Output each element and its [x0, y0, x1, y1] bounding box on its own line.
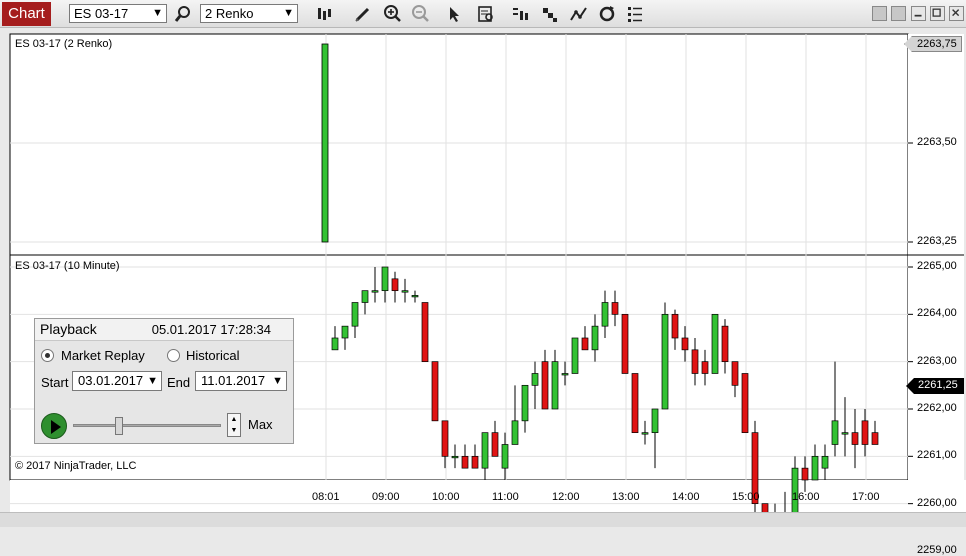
- speed-stepper[interactable]: ▲ ▼: [227, 413, 241, 437]
- candle-body: [811, 455, 819, 481]
- playback-panel: Playback 05.01.2017 17:28:34 Market Repl…: [34, 318, 294, 444]
- copyright-text: © 2017 NinjaTrader, LLC: [15, 460, 137, 472]
- start-date-picker[interactable]: 03.01.2017 ▼: [72, 371, 162, 391]
- candle-body: [511, 420, 519, 445]
- candle-body: [741, 373, 749, 434]
- renko-price-label: 2263,50: [917, 136, 957, 148]
- time-tick-label: 14:00: [672, 491, 700, 503]
- candle-body: [731, 361, 739, 386]
- candle-body: [421, 302, 429, 363]
- candle-body: [711, 313, 719, 374]
- candle-body: [671, 313, 679, 339]
- speed-slider-track[interactable]: [73, 424, 221, 427]
- historical-label: Historical: [186, 348, 240, 363]
- time-tick-label: 13:00: [612, 491, 640, 503]
- candle-body: [451, 455, 459, 459]
- candle-body: [701, 361, 709, 374]
- speed-slider-thumb[interactable]: [115, 417, 123, 435]
- playback-datetime: 05.01.2017 17:28:34: [151, 322, 271, 337]
- start-date-value: 03.01.2017: [78, 373, 144, 388]
- candle-body: [501, 444, 509, 469]
- minute-price-label: 2259,00: [917, 543, 957, 556]
- time-tick-label: 15:00: [732, 491, 760, 503]
- end-label: End: [167, 375, 191, 390]
- time-tick-label: 11:00: [492, 491, 519, 503]
- candle-body: [571, 337, 579, 374]
- end-date-picker[interactable]: 11.01.2017 ▼: [195, 371, 287, 391]
- current-price-tag-minute: 2261,25: [906, 378, 964, 394]
- candle-body: [471, 455, 479, 469]
- minute-price-label: 2260,00: [917, 496, 957, 509]
- candle-body: [351, 302, 359, 327]
- candle-body: [861, 420, 869, 445]
- playback-header: Playback 05.01.2017 17:28:34: [35, 319, 293, 341]
- time-tick-label: 16:00: [792, 491, 820, 503]
- candle-body: [331, 337, 339, 351]
- time-tick-label: 10:00: [432, 491, 460, 503]
- candle-body: [401, 290, 409, 293]
- time-tick-label: 09:00: [372, 491, 400, 503]
- candle-body: [361, 290, 369, 303]
- candle-body: [491, 432, 499, 457]
- renko-price-label: 2263,25: [917, 235, 957, 247]
- renko-brick: [321, 43, 329, 243]
- minute-price-label: 2264,00: [917, 307, 957, 320]
- candle-body: [721, 325, 729, 363]
- minute-price-label: 2262,00: [917, 401, 957, 414]
- current-price-tag-renko: 2263,75: [904, 36, 962, 52]
- candle-body: [841, 432, 849, 435]
- end-date-value: 11.01.2017: [201, 373, 266, 388]
- candle-body: [621, 313, 629, 374]
- chevron-down-icon: ▼: [147, 375, 158, 387]
- time-tick-label: 12:00: [552, 491, 580, 503]
- panel1-title: ES 03-17 (2 Renko): [15, 38, 113, 50]
- candle-body: [391, 278, 399, 292]
- time-tick-label: 08:01: [312, 491, 340, 503]
- playback-title: Playback: [40, 321, 97, 337]
- candle-body: [641, 432, 649, 435]
- candle-body: [681, 337, 689, 351]
- candle-body: [481, 432, 489, 469]
- candle-body: [601, 302, 609, 327]
- candle-body: [371, 290, 379, 293]
- candle-body: [661, 313, 669, 410]
- historical-radio[interactable]: [167, 349, 180, 362]
- candle-body: [541, 361, 549, 410]
- candle-body: [521, 384, 529, 422]
- candle-body: [831, 420, 839, 445]
- candle-body: [581, 337, 589, 351]
- candle-body: [611, 302, 619, 315]
- candle-body: [411, 295, 419, 298]
- candle-body: [591, 325, 599, 351]
- play-button[interactable]: [41, 413, 67, 439]
- candle-body: [651, 408, 659, 434]
- panel2-title: ES 03-17 (10 Minute): [15, 260, 120, 272]
- candle-body: [381, 266, 389, 292]
- candle-body: [561, 373, 569, 376]
- candle-body: [691, 349, 699, 374]
- candle-body: [431, 361, 439, 422]
- speed-max-label: Max: [248, 417, 273, 432]
- candle-body: [551, 361, 559, 410]
- market-replay-radio[interactable]: [41, 349, 54, 362]
- chevron-down-icon: ▼: [272, 375, 283, 387]
- horizontal-scrollbar[interactable]: [0, 512, 966, 527]
- minute-price-label: 2265,00: [917, 260, 957, 272]
- candle-body: [821, 455, 829, 469]
- candle-body: [631, 373, 639, 434]
- candle-body: [871, 432, 879, 445]
- market-replay-label: Market Replay: [61, 348, 145, 363]
- chart-canvas[interactable]: [0, 0, 966, 527]
- candle-body: [441, 420, 449, 457]
- minute-price-label: 2261,00: [917, 449, 957, 462]
- candle-body: [801, 467, 809, 481]
- start-label: Start: [41, 375, 69, 390]
- candle-body: [341, 325, 349, 339]
- time-tick-label: 17:00: [852, 491, 880, 503]
- candle-body: [851, 432, 859, 445]
- candle-body: [531, 373, 539, 386]
- minute-price-label: 2263,00: [917, 354, 957, 367]
- candle-body: [461, 455, 469, 469]
